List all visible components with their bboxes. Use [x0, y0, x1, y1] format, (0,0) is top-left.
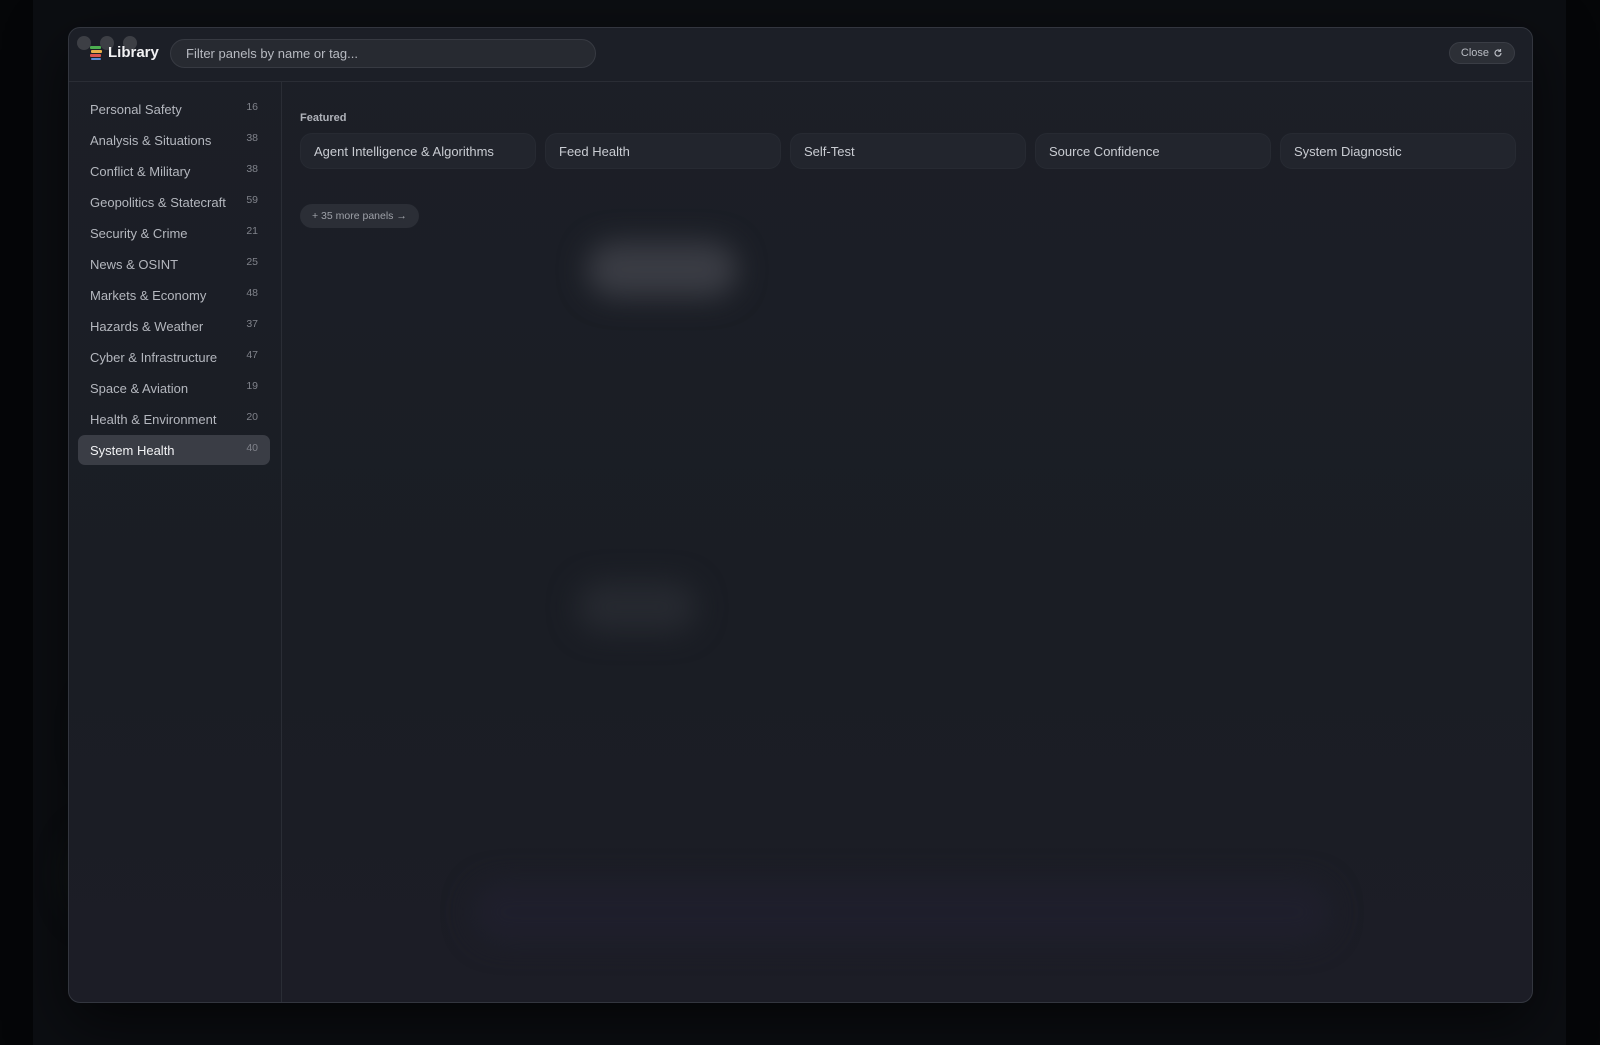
backdrop-blur — [472, 882, 1332, 942]
category-name: Hazards & Weather — [90, 318, 204, 334]
category-count: 25 — [246, 256, 258, 268]
library-brand: Library — [89, 44, 159, 61]
category-name: Personal Safety — [90, 101, 182, 117]
category-name: News & OSINT — [90, 256, 179, 272]
category-count: 38 — [246, 163, 258, 175]
category-name: System Health — [90, 442, 175, 458]
category-count: 16 — [246, 101, 258, 113]
category-cyber-infrastructure[interactable]: Cyber & Infrastructure 47 — [78, 342, 270, 372]
refresh-icon — [1494, 49, 1502, 57]
category-count: 59 — [246, 194, 258, 206]
category-hazards-weather[interactable]: Hazards & Weather 37 — [78, 311, 270, 341]
category-sidebar: Personal Safety 16 Analysis & Situations… — [69, 82, 282, 1002]
library-header: Library Close — [69, 28, 1532, 82]
category-news-osint[interactable]: News & OSINT 25 — [78, 249, 270, 279]
category-name: Markets & Economy — [90, 287, 207, 303]
category-count: 37 — [246, 318, 258, 330]
category-conflict-military[interactable]: Conflict & Military 38 — [78, 156, 270, 186]
more-panels-button[interactable]: + 35 more panels → — [300, 204, 419, 228]
category-name: Space & Aviation — [90, 380, 189, 396]
category-analysis-situations[interactable]: Analysis & Situations 38 — [78, 125, 270, 155]
category-geopolitics-statecraft[interactable]: Geopolitics & Statecraft 59 — [78, 187, 270, 217]
panel-content: Featured Agent Intelligence & Algorithms… — [282, 82, 1532, 1002]
close-button[interactable]: Close — [1448, 42, 1515, 64]
library-window: Library Close Personal Safety 16 Analysi… — [68, 27, 1533, 1003]
featured-heading: Featured — [300, 112, 347, 124]
panel-card-feed-health[interactable]: Feed Health — [545, 133, 781, 169]
books-icon — [90, 45, 102, 60]
category-count: 48 — [246, 287, 258, 299]
category-name: Conflict & Military — [90, 163, 191, 179]
category-markets-economy[interactable]: Markets & Economy 48 — [78, 280, 270, 310]
category-name: Geopolitics & Statecraft — [90, 194, 226, 210]
category-space-aviation[interactable]: Space & Aviation 19 — [78, 373, 270, 403]
category-count: 21 — [246, 225, 258, 237]
panel-card-self-test[interactable]: Self-Test — [790, 133, 1026, 169]
category-count: 40 — [246, 442, 258, 454]
panel-card-agent-intelligence[interactable]: Agent Intelligence & Algorithms — [300, 133, 536, 169]
panel-filter-input[interactable] — [170, 39, 596, 68]
category-name: Security & Crime — [90, 225, 188, 241]
featured-panels: Agent Intelligence & Algorithms Feed Hea… — [300, 133, 1516, 169]
category-count: 38 — [246, 132, 258, 144]
category-personal-safety[interactable]: Personal Safety 16 — [78, 94, 270, 124]
backdrop-blur — [587, 242, 737, 297]
category-count: 19 — [246, 380, 258, 392]
backdrop-blur — [577, 582, 697, 632]
library-title: Library — [108, 44, 159, 61]
category-count: 20 — [246, 411, 258, 423]
category-system-health[interactable]: System Health 40 — [78, 435, 270, 465]
panel-card-system-diagnostic[interactable]: System Diagnostic — [1280, 133, 1516, 169]
panel-card-source-confidence[interactable]: Source Confidence — [1035, 133, 1271, 169]
category-security-crime[interactable]: Security & Crime 21 — [78, 218, 270, 248]
close-button-label: Close — [1460, 47, 1489, 59]
category-count: 47 — [246, 349, 258, 361]
category-name: Analysis & Situations — [90, 132, 212, 148]
category-name: Cyber & Infrastructure — [90, 349, 218, 365]
category-health-environment[interactable]: Health & Environment 20 — [78, 404, 270, 434]
category-name: Health & Environment — [90, 411, 217, 427]
